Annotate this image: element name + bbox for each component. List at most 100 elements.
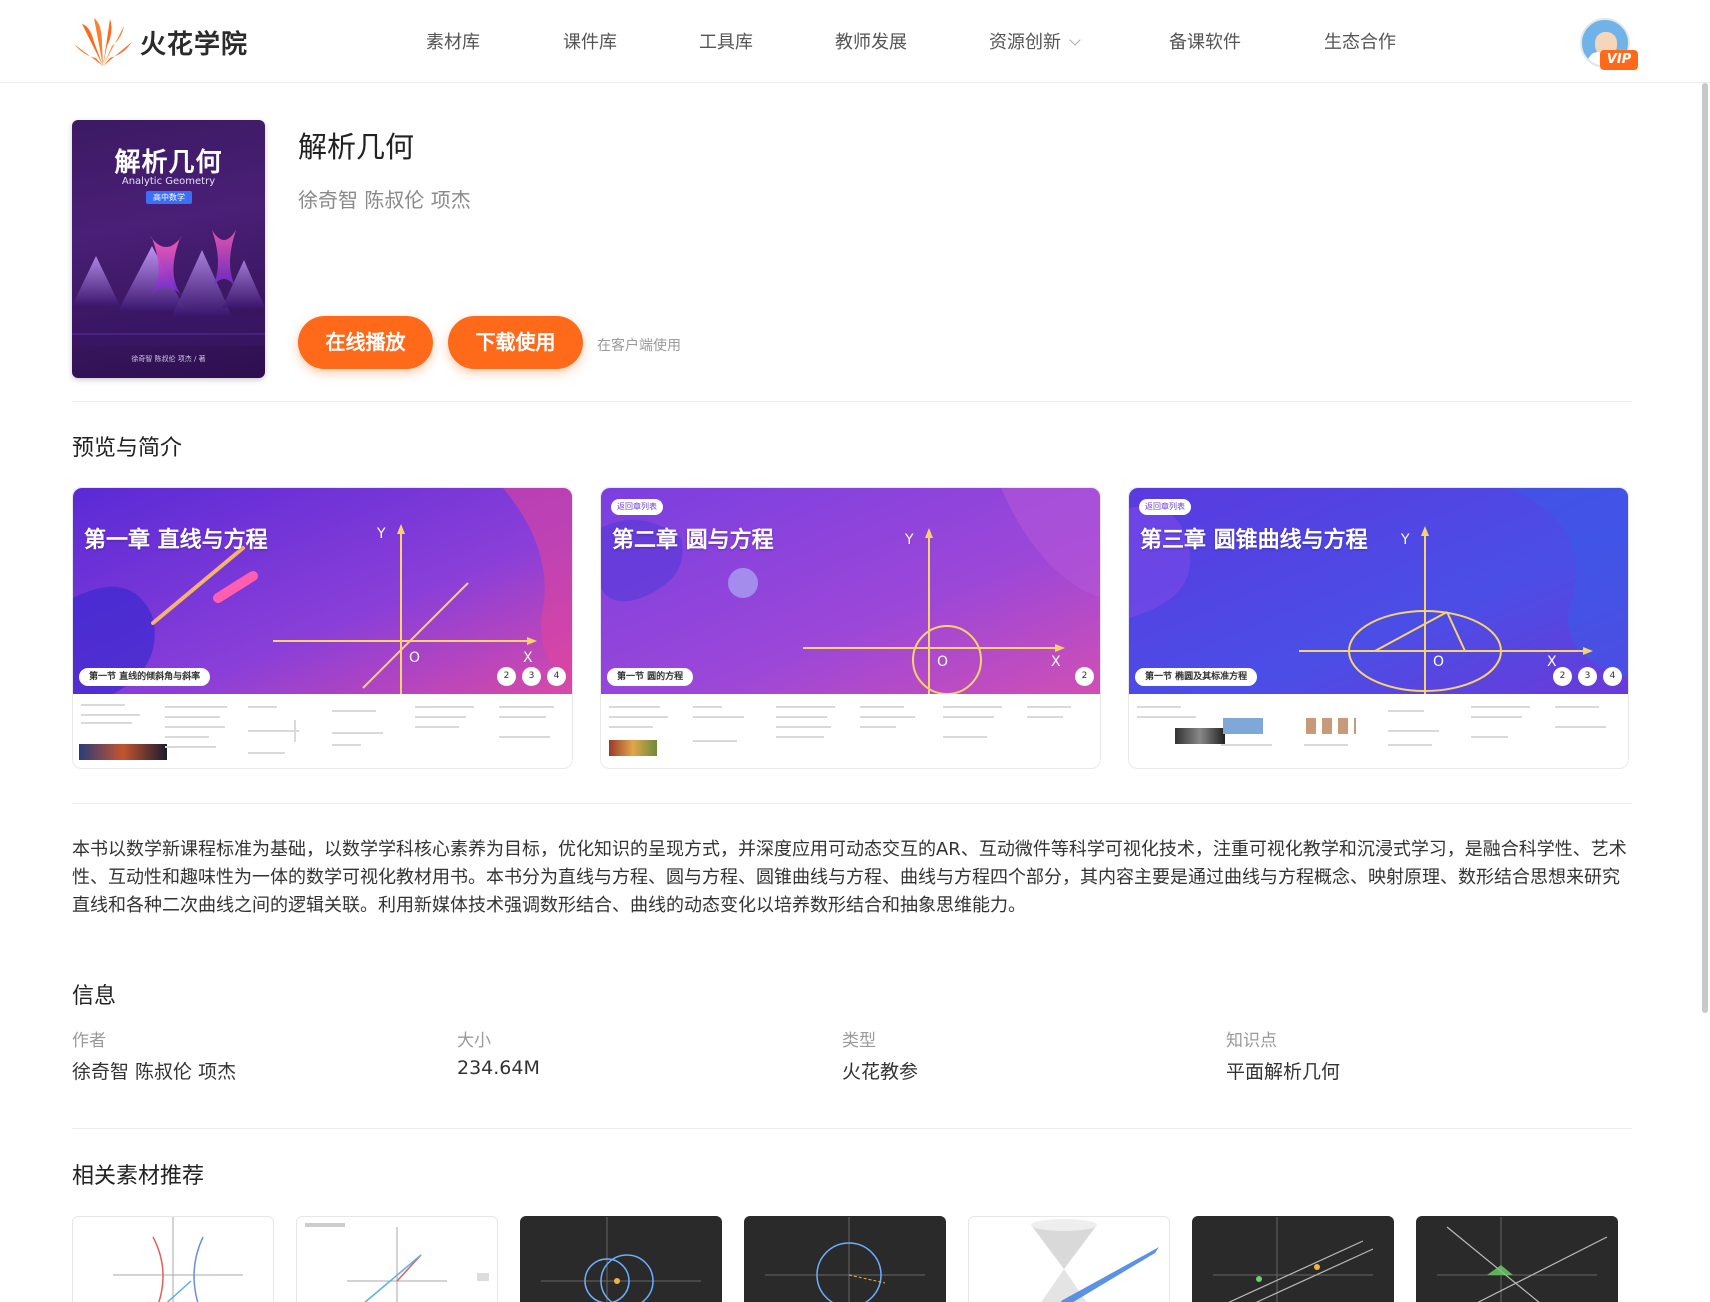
thumbnail [1467, 700, 1541, 762]
scrollbar-thumb[interactable] [1702, 83, 1708, 1013]
preview-hero: 返回章列表 第二章 圆与方程 Y O X 第一节 圆的方程 2 [601, 488, 1100, 694]
back-to-list-badge[interactable]: 返回章列表 [1139, 499, 1191, 515]
info-type: 类型 火花教参 [842, 1026, 918, 1084]
axis-y-label: Y [905, 532, 914, 548]
preview-card-chapter-1[interactable]: 第一章 直线与方程 Y O X 第一节 直线的倾斜角与斜率 2 3 4 [72, 487, 573, 769]
book-cover: 解析几何 Analytic Geometry 高中数学 徐奇智 陈叔伦 项杰 /… [72, 120, 265, 378]
page-thumbnails [73, 694, 572, 768]
related-item[interactable] [520, 1216, 722, 1302]
thumbnail [605, 700, 679, 762]
page-dot[interactable]: 2 [1553, 667, 1572, 686]
cover-title: 解析几何 [114, 148, 223, 178]
thumbnail [161, 700, 235, 762]
thumbnail [1217, 700, 1291, 762]
divider [72, 401, 1632, 402]
info-topic-label: 知识点 [1226, 1031, 1277, 1051]
nav-resource-innovation[interactable]: 资源创新 [989, 28, 1081, 54]
vip-badge: VIP [1600, 50, 1638, 70]
vector-thumbnail-icon [305, 1223, 489, 1302]
related-item[interactable] [968, 1216, 1170, 1302]
section-label: 第一节 椭圆及其标准方程 [1135, 668, 1258, 686]
axis-y-label: Y [1401, 532, 1410, 548]
nav-ecosystem-cooperation[interactable]: 生态合作 [1324, 28, 1396, 54]
info-type-label: 类型 [842, 1031, 876, 1051]
thumbnail [1023, 700, 1097, 762]
page-dot[interactable]: 4 [1603, 667, 1622, 686]
origin-label: O [937, 654, 949, 670]
thumbnail [772, 700, 846, 762]
hyperbola-thumbnail-icon [113, 1217, 243, 1302]
axis-y-label: Y [377, 526, 386, 542]
info-size-value: 234.64M [457, 1057, 540, 1079]
cover-subtitle: Analytic Geometry [121, 176, 216, 187]
page-thumbnails [1129, 694, 1628, 768]
thumbnail [1551, 700, 1625, 762]
cover-authors: 徐奇智 陈叔伦 项杰 / 著 [131, 355, 206, 363]
parallel-lines-thumbnail-icon [1213, 1217, 1374, 1302]
preview-card-chapter-2[interactable]: 返回章列表 第二章 圆与方程 Y O X 第一节 圆的方程 2 [600, 487, 1101, 769]
intersecting-lines-thumbnail-icon [1437, 1217, 1608, 1302]
divider [72, 1128, 1632, 1129]
page-dot[interactable]: 2 [1075, 667, 1094, 686]
nav-tool-library[interactable]: 工具库 [699, 28, 753, 54]
page-dot[interactable]: 4 [547, 667, 566, 686]
thumbnail [1300, 700, 1374, 762]
related-item[interactable] [72, 1216, 274, 1302]
page-dot[interactable]: 3 [1578, 667, 1597, 686]
chapter-title: 第三章 圆锥曲线与方程 [1140, 528, 1368, 553]
two-circles-thumbnail-icon [541, 1217, 701, 1302]
info-author-value: 徐奇智 陈叔伦 项杰 [72, 1061, 237, 1083]
origin-label: O [409, 650, 421, 666]
thumbnail [1133, 700, 1225, 762]
chapter-title: 第二章 圆与方程 [612, 528, 774, 553]
info-topic: 知识点 平面解析几何 [1226, 1026, 1340, 1084]
info-topic-value: 平面解析几何 [1226, 1061, 1341, 1083]
info-type-value: 火花教参 [842, 1061, 919, 1083]
thumbnail [411, 700, 485, 762]
page-dot[interactable]: 3 [522, 667, 541, 686]
page-dot[interactable]: 2 [497, 667, 516, 686]
preview-card-chapter-3[interactable]: 返回章列表 第三章 圆锥曲线与方程 Y O X 第一节 椭圆及其标准方程 2 3… [1128, 487, 1629, 769]
nav-courseware-library[interactable]: 课件库 [563, 28, 617, 54]
related-item[interactable] [1416, 1216, 1618, 1302]
info-size: 大小 234.64M [457, 1026, 540, 1079]
thumbnail [939, 700, 1013, 762]
thumbnail [856, 700, 930, 762]
info-author-label: 作者 [72, 1031, 106, 1051]
preview-hero: 返回章列表 第三章 圆锥曲线与方程 Y O X 第一节 椭圆及其标准方程 2 3… [1129, 488, 1628, 694]
axis-x-label: X [1051, 654, 1061, 670]
page-indicator: 2 3 4 [497, 667, 566, 686]
double-cone-thumbnail-icon [1031, 1219, 1159, 1302]
thumbnail [1384, 700, 1458, 762]
page-scrollbar[interactable] [1700, 83, 1710, 1013]
related-item[interactable] [296, 1216, 498, 1302]
cone-illustration-icon [72, 230, 265, 346]
chevron-down-icon [1069, 34, 1081, 46]
main-nav: 素材库 课件库 工具库 教师发展 资源创新 备课软件 生态合作 [0, 28, 1710, 54]
related-item[interactable] [744, 1216, 946, 1302]
nav-teacher-development[interactable]: 教师发展 [835, 28, 907, 54]
back-to-list-badge[interactable]: 返回章列表 [611, 499, 663, 515]
section-label: 第一节 圆的方程 [607, 668, 694, 686]
chapter-title: 第一章 直线与方程 [84, 528, 268, 553]
related-heading: 相关素材推荐 [72, 1164, 205, 1189]
divider [72, 803, 1632, 804]
preview-hero: 第一章 直线与方程 Y O X 第一节 直线的倾斜角与斜率 2 3 4 [73, 488, 572, 694]
book-authors: 徐奇智 陈叔伦 项杰 [298, 188, 471, 212]
thumbnail [77, 700, 167, 762]
download-button[interactable]: 下载使用 [448, 316, 583, 369]
client-note: 在客户端使用 [597, 338, 681, 354]
page-indicator: 2 [1075, 667, 1094, 686]
related-item[interactable] [1192, 1216, 1394, 1302]
origin-label: O [1433, 654, 1445, 670]
thumbnail [689, 700, 763, 762]
preview-heading: 预览与简介 [72, 436, 183, 461]
info-author: 作者 徐奇智 陈叔伦 项杰 [72, 1026, 236, 1084]
nav-material-library[interactable]: 素材库 [426, 28, 480, 54]
book-title: 解析几何 [298, 130, 415, 164]
circle-graph-illustration-icon [601, 488, 1100, 694]
nav-lesson-software[interactable]: 备课软件 [1169, 28, 1241, 54]
page-indicator: 2 3 4 [1553, 667, 1622, 686]
play-online-button[interactable]: 在线播放 [298, 316, 433, 369]
book-description: 本书以数学新课程标准为基础，以数学学科核心素养为目标，优化知识的呈现方式，并深度… [72, 839, 1627, 916]
